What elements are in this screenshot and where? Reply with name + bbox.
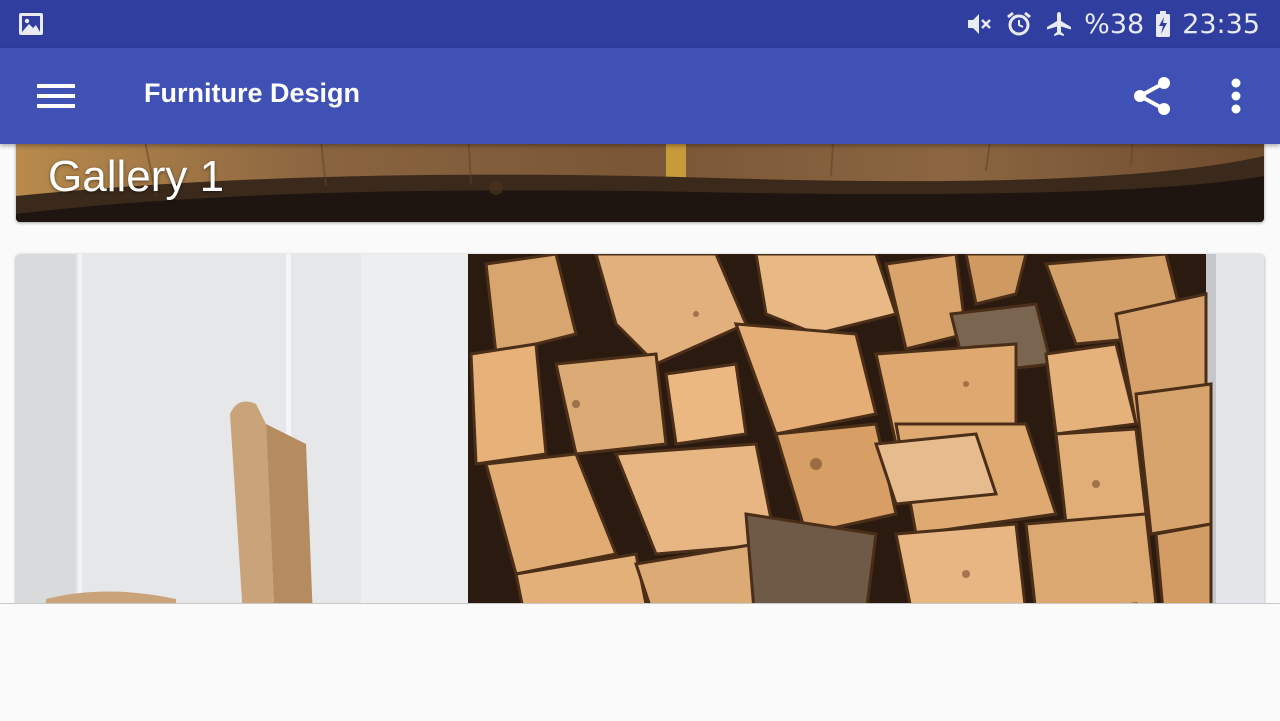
more-vertical-icon[interactable] xyxy=(1212,72,1260,120)
mute-icon xyxy=(964,9,994,39)
card-title: Gallery 1 xyxy=(48,152,225,201)
page-title: Furniture Design xyxy=(144,78,361,108)
clock-time: 23:35 xyxy=(1182,8,1260,40)
gallery-icon xyxy=(18,11,44,37)
content-placeholder xyxy=(0,603,1280,721)
share-icon[interactable] xyxy=(1128,72,1176,120)
alarm-icon xyxy=(1004,9,1034,39)
airplane-icon xyxy=(1044,9,1074,39)
status-bar: %38 23:35 xyxy=(0,0,1280,48)
hamburger-menu-icon[interactable] xyxy=(24,72,88,120)
battery-charging-icon xyxy=(1154,9,1172,39)
battery-percent: %38 xyxy=(1084,8,1145,40)
app-bar: Furniture Design xyxy=(0,48,1280,144)
